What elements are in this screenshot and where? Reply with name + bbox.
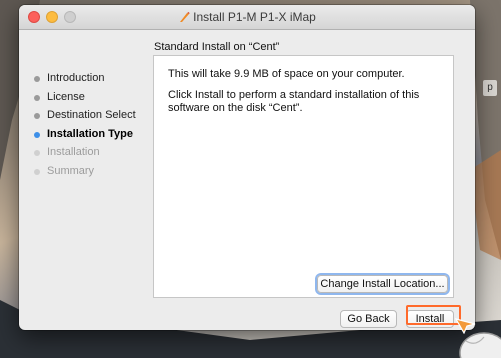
- window-title-text: Install P1-M P1-X iMap: [193, 10, 316, 24]
- step-license: License: [29, 88, 154, 107]
- background-window-peek: p: [483, 80, 497, 96]
- page-subtitle: Standard Install on “Cent”: [154, 41, 280, 53]
- install-instructions-text: Click Install to perform a standard inst…: [168, 89, 420, 114]
- step-label: Installation Type: [47, 127, 133, 140]
- step-label: Installation: [47, 146, 100, 158]
- title-bar[interactable]: Install P1-M P1-X iMap: [19, 5, 475, 30]
- content-panel: This will take 9.9 MB of space on your c…: [153, 55, 454, 298]
- step-bullet-icon: [34, 76, 40, 82]
- space-required-text: This will take 9.9 MB of space on your c…: [168, 68, 405, 80]
- install-button-highlight: [406, 305, 461, 325]
- step-introduction: Introduction: [29, 69, 154, 88]
- window-title: Install P1-M P1-X iMap: [19, 10, 475, 26]
- installer-window: Install P1-M P1-X iMap Standard Install …: [19, 5, 475, 330]
- step-destination-select: Destination Select: [29, 106, 154, 125]
- mouse-illustration-icon: [459, 332, 501, 358]
- step-bullet-icon: [34, 131, 40, 138]
- step-bullet-icon: [34, 168, 40, 175]
- step-installation: Installation: [29, 143, 154, 162]
- steps-sidebar: Introduction License Destination Select …: [29, 69, 154, 180]
- go-back-button[interactable]: Go Back: [340, 310, 397, 328]
- step-label: Summary: [47, 164, 95, 177]
- change-install-location-button[interactable]: Change Install Location...: [317, 275, 448, 293]
- step-label: License: [47, 90, 85, 103]
- installer-icon: [178, 11, 190, 26]
- step-bullet-icon: [34, 150, 40, 156]
- step-bullet-icon: [34, 113, 40, 119]
- step-bullet-icon: [34, 94, 40, 101]
- step-installation-type: Installation Type: [29, 125, 154, 144]
- step-label: Introduction: [47, 72, 105, 84]
- step-label: Destination Select: [47, 109, 136, 121]
- step-summary: Summary: [29, 162, 154, 181]
